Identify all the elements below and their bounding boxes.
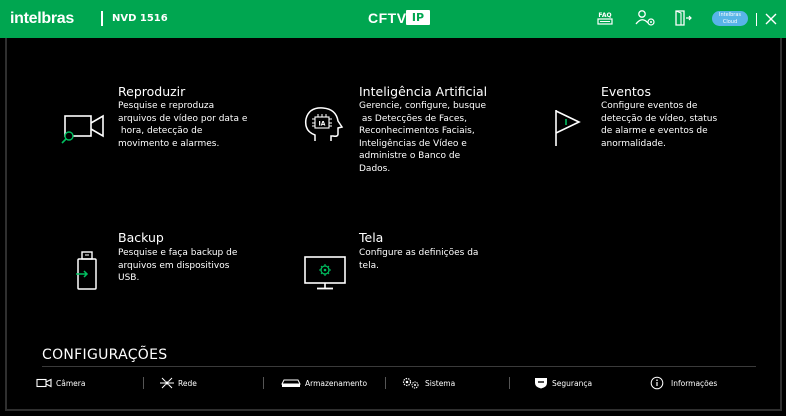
- config-item-rede[interactable]: Rede: [160, 376, 197, 390]
- cloud-label: Cloud: [722, 19, 738, 25]
- config-item-seguranca-label: Segurança: [552, 378, 593, 388]
- svg-text:FAQ: FAQ: [598, 12, 611, 19]
- display-icon: [304, 256, 346, 290]
- tile-ia-title: Inteligência Artificial: [359, 84, 488, 99]
- frame-right-border: [780, 38, 782, 411]
- cftv-ip-badge: IP: [406, 10, 430, 25]
- config-item-seguranca[interactable]: Segurança: [534, 376, 592, 390]
- config-divider: [42, 366, 756, 367]
- event-flag-icon: [555, 110, 581, 146]
- tile-tela-title: Tela: [359, 230, 384, 245]
- top-separator: [756, 13, 757, 26]
- camera-icon: [36, 378, 52, 388]
- config-item-armazenamento[interactable]: Armazenamento: [281, 376, 367, 390]
- config-item-armazenamento-label: Armazenamento: [305, 378, 368, 388]
- config-section-title: CONFIGURAÇÕES: [42, 347, 168, 363]
- config-item-rede-label: Rede: [178, 378, 197, 388]
- config-item-camera-label: Câmera: [56, 378, 86, 388]
- tile-reproduzir-title: Reproduzir: [118, 84, 186, 99]
- hdd-icon: [281, 379, 301, 387]
- tile-eventos-title: Eventos: [601, 84, 651, 99]
- tile-eventos-desc: Configure eventos de detecção de vídeo, …: [601, 101, 718, 149]
- frame-left-border: [5, 38, 7, 411]
- tile-tela-desc: Configure as definições da tela.: [359, 248, 479, 271]
- config-separator: [143, 377, 144, 389]
- tile-backup-desc: Pesquise e faça backup de arquivos em di…: [118, 248, 238, 283]
- config-separator: [385, 377, 386, 389]
- user-settings-icon[interactable]: [635, 9, 657, 27]
- top-bar: intelbras NVD 1516 CFTV IP FAQ Intelbras…: [0, 0, 786, 38]
- device-model: NVD 1516: [112, 13, 168, 24]
- ai-badge: IA: [319, 121, 326, 128]
- network-icon: [160, 377, 174, 389]
- tile-backup-title: Backup: [118, 230, 164, 245]
- close-icon[interactable]: [764, 12, 778, 26]
- tile-ia-desc: Gerencie, configure, busque as Detecções…: [359, 101, 487, 174]
- intelbras-cloud-button[interactable]: Intelbras Cloud: [712, 11, 748, 26]
- config-item-sistema[interactable]: Sistema: [401, 376, 455, 390]
- config-item-informacoes[interactable]: Informações: [649, 376, 717, 390]
- cftv-title: CFTV: [368, 10, 407, 26]
- logout-icon[interactable]: [673, 9, 693, 27]
- faq-icon[interactable]: FAQ: [596, 9, 614, 27]
- shield-icon: [535, 378, 547, 389]
- config-item-informacoes-label: Informações: [671, 378, 718, 388]
- playback-icon: [61, 114, 104, 144]
- logo-separator: [101, 11, 103, 26]
- intelbras-logo: intelbras: [10, 10, 74, 27]
- ai-head-icon: IA: [304, 107, 344, 141]
- info-icon: [650, 376, 664, 390]
- cloud-brand-label: Intelbras: [719, 12, 741, 18]
- frame-bottom-border: [5, 409, 782, 411]
- config-separator: [263, 377, 264, 389]
- config-separator: [509, 377, 510, 389]
- usb-backup-icon: [76, 251, 97, 290]
- config-item-sistema-label: Sistema: [425, 378, 456, 388]
- config-item-camera[interactable]: Câmera: [36, 376, 85, 390]
- tile-reproduzir-desc: Pesquise e reproduza arquivos de vídeo p…: [118, 101, 248, 149]
- gears-icon: [402, 377, 419, 389]
